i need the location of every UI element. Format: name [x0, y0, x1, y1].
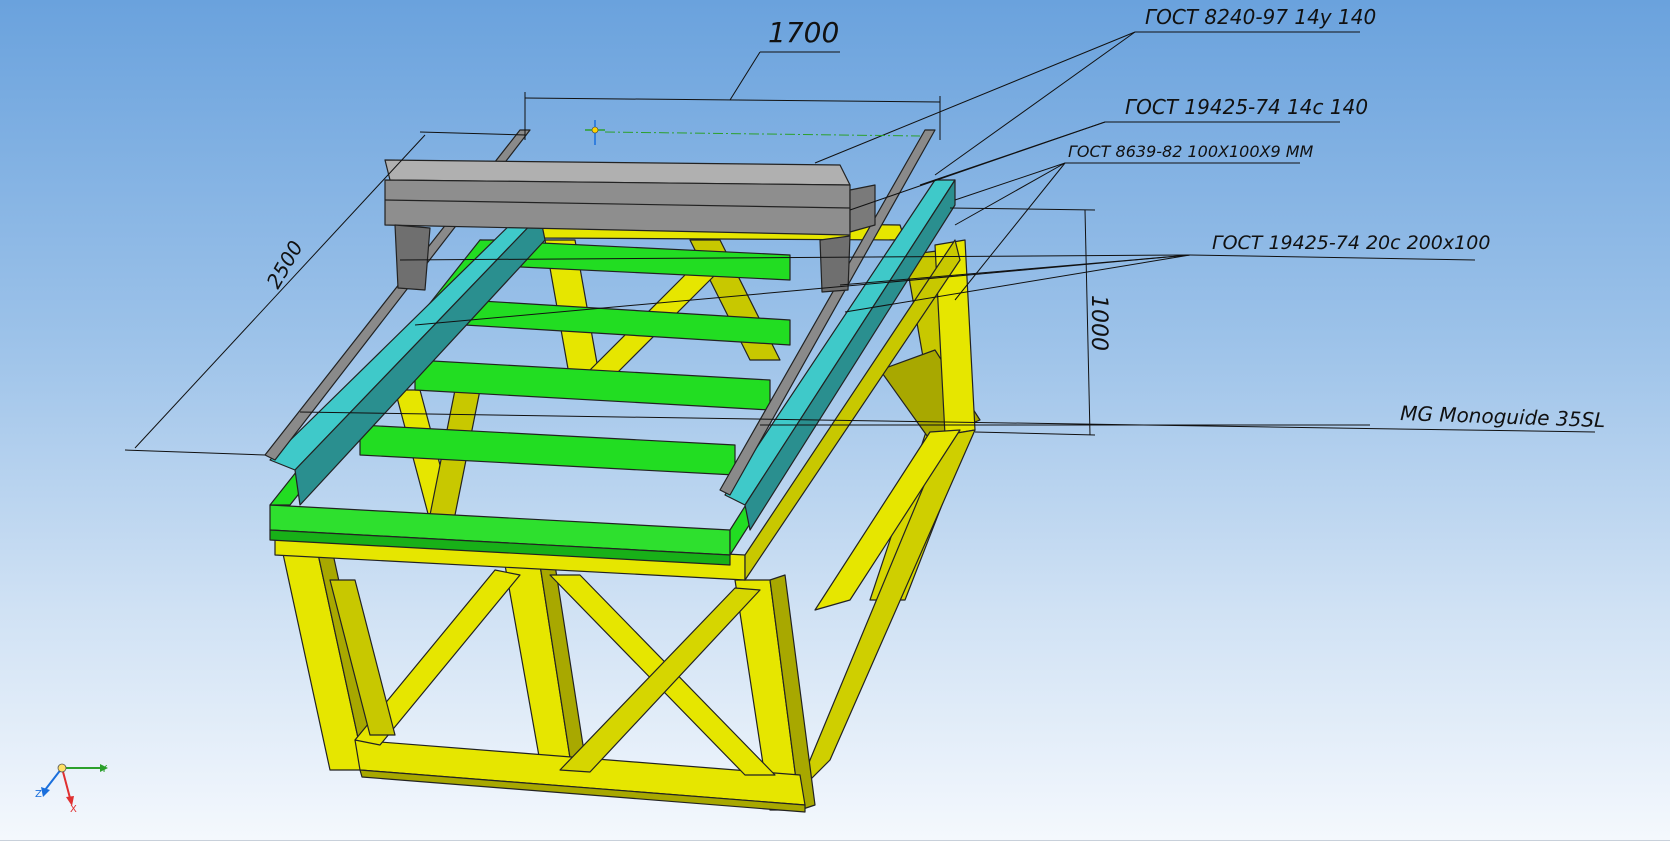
cad-viewport[interactable]: 1700 2500 1000 ГОСТ 8240-97 14у 140 ГОСТ…	[0, 0, 1670, 840]
status-strip	[0, 840, 1670, 847]
axis-x-icon	[61, 767, 71, 799]
axis-triad[interactable]: Y Z X	[35, 763, 108, 815]
dimension-1700: 1700	[768, 16, 839, 49]
svg-text:Y: Y	[100, 764, 108, 775]
svg-text:X: X	[70, 804, 77, 815]
callout-gost-19425-20: ГОСТ 19425-74 20с 200x100	[1212, 232, 1490, 254]
callout-monoguide: MG Monoguide 35SL	[1400, 401, 1606, 432]
callout-gost-19425-14: ГОСТ 19425-74 14с 140	[1125, 95, 1368, 119]
origin-marker-icon	[585, 120, 921, 145]
callout-gost-8639: ГОСТ 8639-82 100X100X9 MM	[1068, 142, 1314, 161]
callout-gost-8240: ГОСТ 8240-97 14у 140	[1145, 5, 1376, 29]
dimension-1000: 1000	[1086, 295, 1111, 351]
frame-model[interactable]: 1700 2500 1000 ГОСТ 8240-97 14у 140 ГОСТ…	[0, 0, 1670, 840]
svg-text:Z: Z	[35, 789, 42, 800]
dimension-2500: 2500	[262, 236, 308, 292]
